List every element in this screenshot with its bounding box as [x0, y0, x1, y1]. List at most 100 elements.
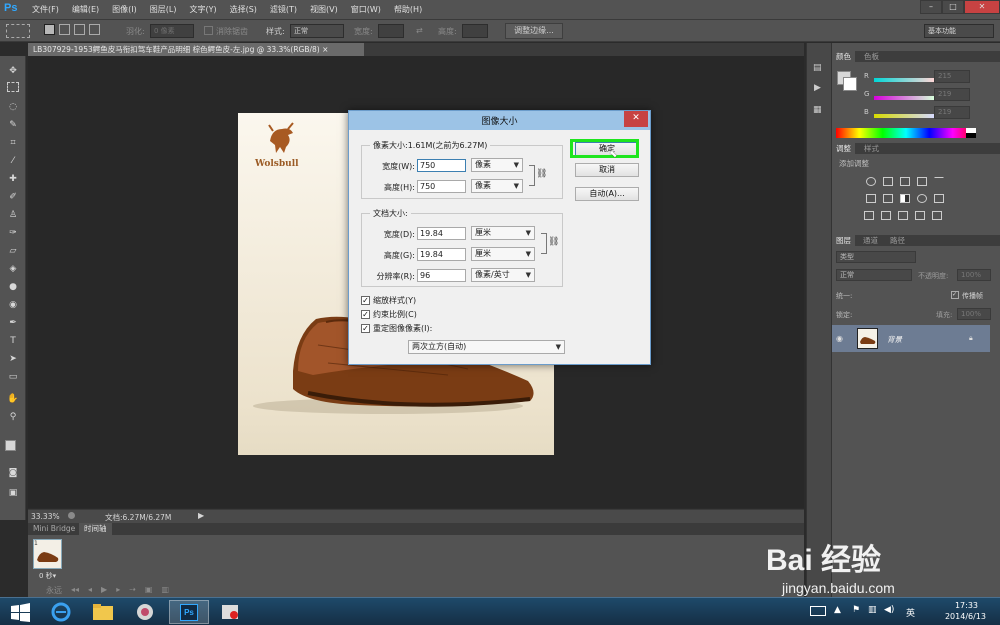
resolution-input[interactable]: 96	[417, 269, 466, 282]
tab-mini-bridge[interactable]: Mini Bridge	[28, 523, 80, 535]
tab-adjustments[interactable]: 调整	[832, 143, 855, 154]
channel-mixer-icon[interactable]	[934, 194, 944, 203]
exposure-icon[interactable]	[917, 177, 927, 186]
restore-button[interactable]: □	[942, 0, 964, 14]
blue-value[interactable]: 219	[934, 106, 970, 119]
document-tab[interactable]: LB307929-1953鳄鱼皮马衔扣驾车鞋产品明细 棕色鳄鱼皮-左.jpg @…	[28, 43, 364, 56]
minimize-button[interactable]: –	[920, 0, 942, 14]
tab-layers[interactable]: 图层	[832, 235, 855, 246]
file-explorer-icon[interactable]	[85, 600, 121, 624]
tween-icon[interactable]: ⇢	[129, 585, 136, 597]
gradient-map-icon[interactable]	[932, 211, 942, 220]
delete-frame-icon[interactable]: ▥	[161, 585, 169, 597]
tab-paths[interactable]: 路径	[886, 235, 909, 246]
tab-swatches[interactable]: 色板	[860, 51, 883, 62]
antialias-checkbox[interactable]	[204, 26, 213, 35]
type-tool-icon[interactable]: T	[5, 334, 21, 348]
move-tool-icon[interactable]: ✥	[5, 64, 21, 78]
color-spectrum[interactable]	[836, 128, 976, 138]
foreground-color-swatch[interactable]	[5, 440, 16, 451]
network-icon[interactable]: ▥	[868, 605, 877, 615]
pixel-height-unit-select[interactable]: 像素 ▼	[471, 179, 523, 193]
zoom-tool-icon[interactable]: ⚲	[5, 410, 21, 424]
doc-height-unit-select[interactable]: 厘米 ▼	[471, 247, 535, 261]
black-white-icon[interactable]	[900, 194, 910, 203]
brightness-icon[interactable]	[866, 177, 876, 186]
background-swatch[interactable]	[843, 77, 857, 91]
vibrance-icon[interactable]	[934, 177, 944, 186]
quick-mask-icon[interactable]: ◙	[5, 466, 21, 480]
blend-mode-select[interactable]: 正常	[836, 269, 912, 281]
opacity-input[interactable]: 100%	[957, 269, 991, 281]
red-slider[interactable]	[874, 78, 934, 82]
frame-delay[interactable]: 0 秒▾	[39, 571, 56, 581]
height-input[interactable]	[462, 24, 488, 38]
photo-filter-icon[interactable]	[917, 194, 927, 203]
screen-mode-icon[interactable]: ▣	[5, 486, 21, 500]
pixel-height-input[interactable]: 750	[417, 180, 466, 193]
menu-view[interactable]: 视图(V)	[310, 4, 338, 15]
next-frame-icon[interactable]: ▸	[116, 585, 120, 597]
crop-tool-icon[interactable]: ⌗	[5, 136, 21, 150]
prev-frame-icon[interactable]: ◂	[88, 585, 92, 597]
auto-button[interactable]: 自动(A)...	[575, 187, 639, 201]
brush-tool-icon[interactable]: ✐	[5, 190, 21, 204]
loop-select[interactable]: 永远	[46, 585, 62, 597]
clock-date[interactable]: 2014/6/13	[945, 612, 986, 621]
shape-tool-icon[interactable]: ▭	[5, 370, 21, 384]
start-button[interactable]	[4, 600, 40, 624]
eraser-tool-icon[interactable]: ▱	[5, 244, 21, 258]
doc-height-input[interactable]: 19.84	[417, 248, 466, 261]
constrain-checkbox[interactable]: ✓	[361, 310, 370, 319]
tab-timeline[interactable]: 时间轴	[79, 523, 112, 535]
menu-layer[interactable]: 图层(L)	[150, 4, 177, 15]
menu-window[interactable]: 窗口(W)	[351, 4, 381, 15]
blur-tool-icon[interactable]: ●	[5, 280, 21, 294]
subtract-selection-icon[interactable]	[74, 24, 85, 35]
tab-styles[interactable]: 样式	[860, 143, 883, 154]
doc-width-input[interactable]: 19.84	[417, 227, 466, 240]
first-frame-icon[interactable]: ◂◂	[71, 585, 79, 597]
blue-slider[interactable]	[874, 114, 934, 118]
clone-stamp-icon[interactable]: ♙	[5, 208, 21, 222]
resample-checkbox[interactable]: ✓	[361, 324, 370, 333]
screen-recorder-icon[interactable]	[212, 600, 248, 624]
photoshop-taskbar-icon[interactable]: Ps	[169, 600, 209, 624]
menu-filter[interactable]: 滤镜(T)	[270, 4, 297, 15]
close-tab-icon[interactable]: ×	[322, 45, 328, 54]
tray-expand-icon[interactable]: ▲	[834, 605, 841, 615]
history-brush-icon[interactable]: ✑	[5, 226, 21, 240]
doc-width-unit-select[interactable]: 厘米 ▼	[471, 226, 535, 240]
green-slider[interactable]	[874, 96, 934, 100]
volume-icon[interactable]: ◀)	[884, 605, 894, 615]
eyedropper-tool-icon[interactable]: ⁄	[5, 154, 21, 168]
resolution-unit-select[interactable]: 像素/英寸 ▼	[471, 268, 535, 282]
resample-method-select[interactable]: 两次立方(自动) ▼	[408, 340, 565, 354]
menu-help[interactable]: 帮助(H)	[394, 4, 422, 15]
red-value[interactable]: 215	[934, 70, 970, 83]
input-method-indicator[interactable]: 英	[906, 606, 915, 619]
refine-edge-button[interactable]: 调整边缘...	[505, 23, 563, 39]
paint-bucket-icon[interactable]: ◈	[5, 262, 21, 276]
hand-tool-icon[interactable]: ✋	[5, 392, 21, 406]
clock-time[interactable]: 17:33	[955, 601, 978, 610]
threshold-icon[interactable]	[898, 211, 908, 220]
marquee-preset-icon[interactable]	[6, 24, 30, 38]
dodge-tool-icon[interactable]: ◉	[5, 298, 21, 312]
style-select[interactable]: 正常	[290, 24, 344, 38]
visibility-eye-icon[interactable]: ◉	[836, 334, 843, 343]
properties-icon[interactable]: ▦	[813, 105, 822, 115]
hue-saturation-icon[interactable]	[866, 194, 876, 203]
workspace-select[interactable]: 基本功能	[924, 24, 994, 38]
new-selection-icon[interactable]	[44, 24, 55, 35]
ie-browser-icon[interactable]	[43, 600, 79, 624]
keyboard-icon[interactable]	[810, 606, 826, 616]
close-window-button[interactable]: ✕	[964, 0, 1000, 14]
color-balance-icon[interactable]	[883, 194, 893, 203]
pixel-width-unit-select[interactable]: 像素 ▼	[471, 158, 523, 172]
propagate-checkbox[interactable]: ✓	[951, 291, 959, 299]
menu-edit[interactable]: 编辑(E)	[72, 4, 99, 15]
menu-type[interactable]: 文字(Y)	[189, 4, 216, 15]
intersect-selection-icon[interactable]	[89, 24, 100, 35]
menu-select[interactable]: 选择(S)	[230, 4, 257, 15]
